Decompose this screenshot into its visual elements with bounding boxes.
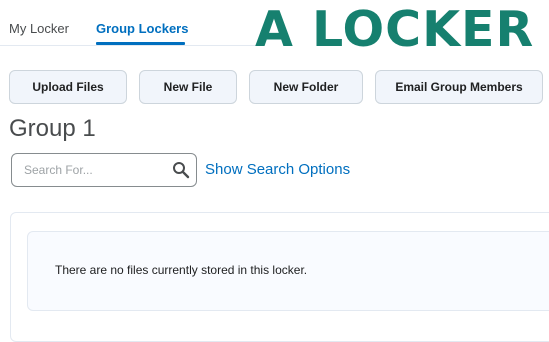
new-file-button[interactable]: New File <box>139 70 237 104</box>
empty-state-message: There are no files currently stored in t… <box>55 263 308 277</box>
tabs-divider <box>0 45 260 46</box>
toolbar: Upload Files New File New Folder Email G… <box>0 70 549 106</box>
new-folder-button[interactable]: New Folder <box>249 70 363 104</box>
email-group-members-button[interactable]: Email Group Members <box>375 70 543 104</box>
upload-files-button[interactable]: Upload Files <box>9 70 127 104</box>
tab-my-locker[interactable]: My Locker <box>9 21 69 37</box>
show-search-options-link[interactable]: Show Search Options <box>205 161 350 179</box>
overlay-title: A LOCKER <box>255 1 535 58</box>
tab-group-lockers[interactable]: Group Lockers <box>96 21 188 37</box>
search-icon[interactable] <box>172 161 190 179</box>
page-title: Group 1 <box>9 115 96 142</box>
search-box <box>11 153 197 187</box>
search-input[interactable] <box>12 154 162 186</box>
